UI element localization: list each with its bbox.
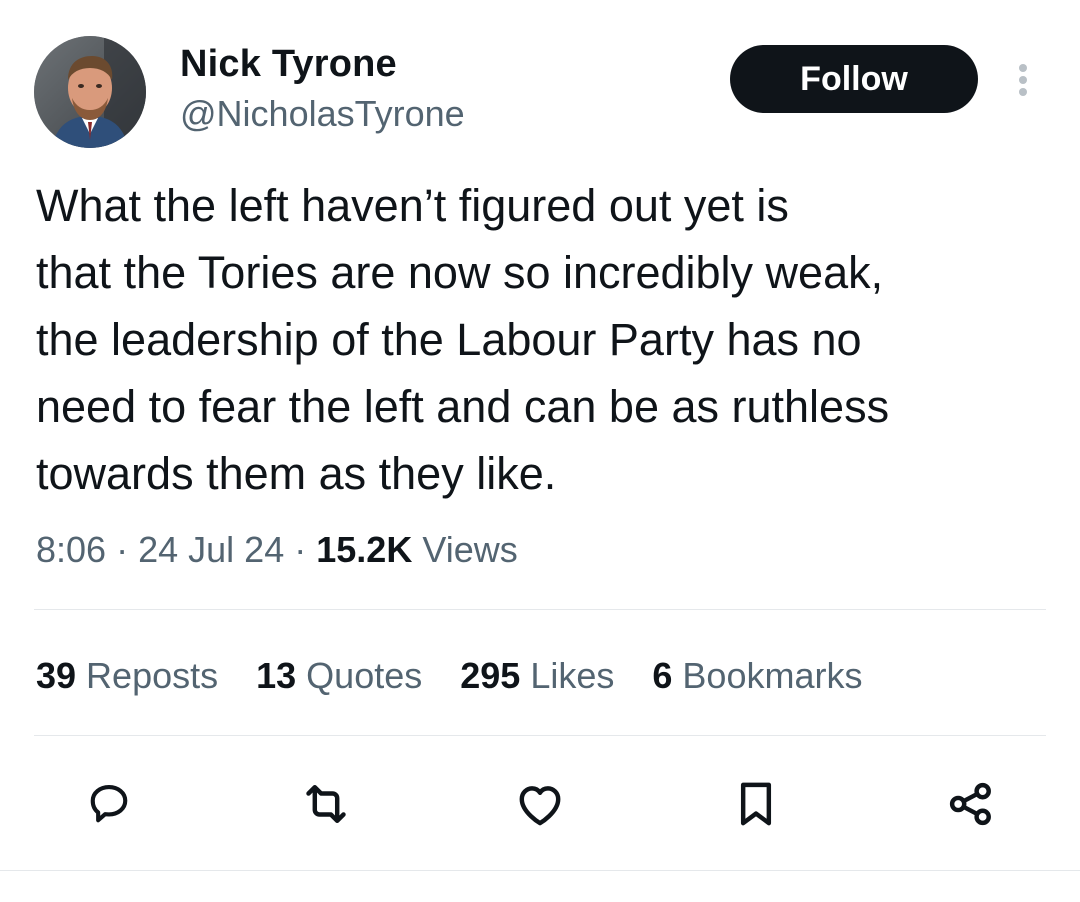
bookmark-button[interactable] xyxy=(724,772,788,836)
divider xyxy=(34,609,1046,610)
reposts-label: Reposts xyxy=(86,655,219,696)
tweet-text: What the left haven’t figured out yet is… xyxy=(36,180,890,499)
tweet-meta: 8:06 · 24 Jul 24 · 15.2K Views xyxy=(36,528,518,572)
engagement-stats: 39 Reposts 13 Quotes 295 Likes 6 Bookmarks xyxy=(36,654,862,698)
bookmarks-label: Bookmarks xyxy=(682,655,863,696)
tweet-date[interactable]: 24 Jul 24 xyxy=(138,529,284,570)
reposts-count: 39 xyxy=(36,655,77,696)
more-options-button[interactable] xyxy=(1006,58,1040,102)
more-vertical-icon xyxy=(1019,64,1027,96)
quotes-count: 13 xyxy=(256,655,297,696)
avatar[interactable] xyxy=(34,36,146,148)
views-label: Views xyxy=(422,529,518,570)
profile-photo xyxy=(34,36,146,148)
reposts-stat[interactable]: 39 Reposts xyxy=(36,654,218,698)
action-bar xyxy=(0,772,1080,836)
meta-separator: · xyxy=(116,529,129,570)
meta-separator: · xyxy=(294,529,307,570)
user-handle[interactable]: @NicholasTyrone xyxy=(180,92,465,136)
quotes-label: Quotes xyxy=(306,655,423,696)
like-button[interactable] xyxy=(508,772,572,836)
bookmarks-stat[interactable]: 6 Bookmarks xyxy=(652,654,862,698)
bookmarks-count: 6 xyxy=(652,655,673,696)
share-icon xyxy=(949,782,991,826)
divider xyxy=(0,870,1080,871)
reply-icon xyxy=(90,785,128,823)
likes-stat[interactable]: 295 Likes xyxy=(460,654,614,698)
reply-button[interactable] xyxy=(77,772,141,836)
follow-button[interactable]: Follow xyxy=(730,45,978,113)
share-button[interactable] xyxy=(939,772,1003,836)
repost-button[interactable] xyxy=(294,772,358,836)
views-count: 15.2K xyxy=(316,529,413,570)
likes-count: 295 xyxy=(460,655,521,696)
quotes-stat[interactable]: 13 Quotes xyxy=(256,654,422,698)
likes-label: Likes xyxy=(530,655,615,696)
repost-icon xyxy=(306,784,346,824)
divider xyxy=(34,735,1046,736)
like-icon xyxy=(519,786,561,826)
display-name[interactable]: Nick Tyrone xyxy=(180,42,397,86)
bookmark-icon xyxy=(740,782,772,826)
tweet-time[interactable]: 8:06 xyxy=(36,529,106,570)
